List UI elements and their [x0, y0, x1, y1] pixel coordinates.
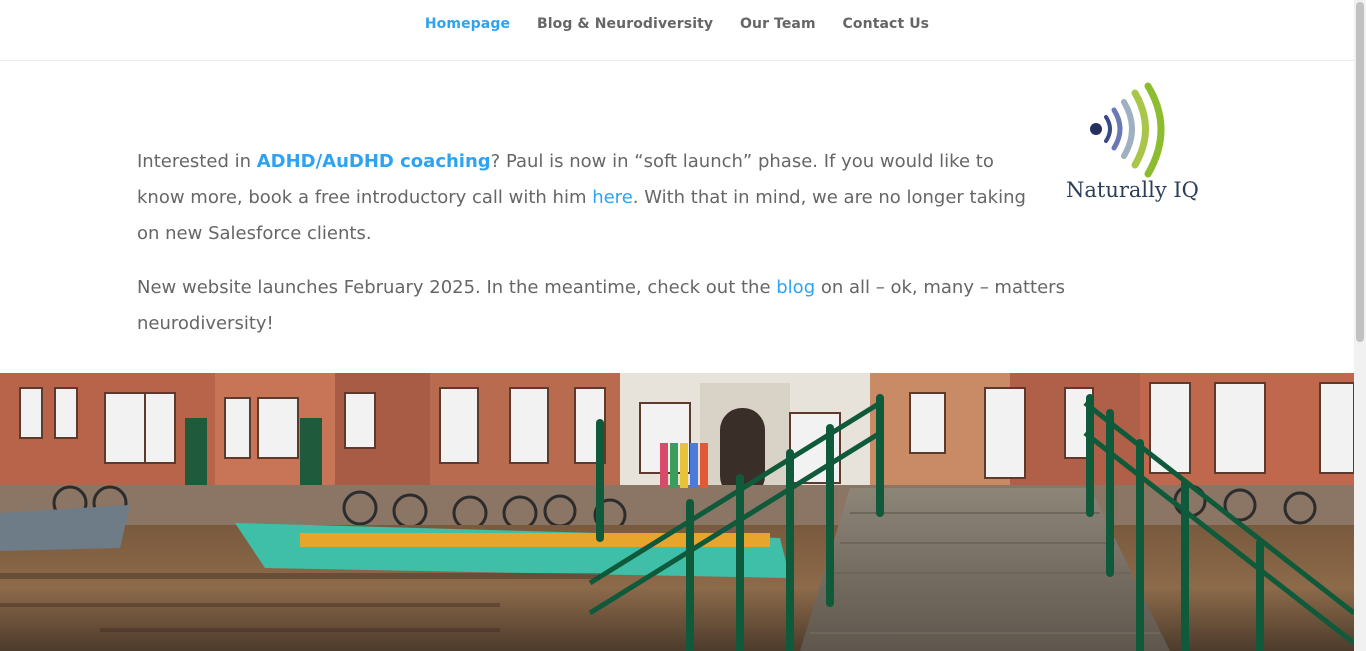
intro-text: Interested in: [137, 151, 257, 172]
intro-text: New website launches February 2025. In t…: [137, 277, 777, 298]
hero-banner: [0, 373, 1354, 651]
logo-text: Naturally IQ: [1066, 178, 1199, 202]
intro-paragraph-website: New website launches February 2025. In t…: [137, 270, 1137, 342]
booking-link[interactable]: here: [592, 187, 633, 208]
scrollbar-thumb[interactable]: [1356, 2, 1364, 342]
naturally-iq-logo: Naturally IQ: [1062, 80, 1204, 216]
nav-item-contact-us[interactable]: Contact Us: [843, 16, 930, 32]
nav-item-blog-neurodiversity[interactable]: Blog & Neurodiversity: [537, 16, 713, 32]
site-header: Homepage Blog & Neurodiversity Our Team …: [0, 0, 1354, 61]
coaching-link[interactable]: ADHD/AuDHD coaching: [257, 151, 491, 172]
page-scrollbar[interactable]: [1354, 0, 1366, 651]
amsterdam-canal-bridge-photo: [0, 373, 1354, 651]
page: Homepage Blog & Neurodiversity Our Team …: [0, 0, 1354, 651]
sound-waves-logo-icon: [1090, 82, 1165, 178]
intro-section: Interested in ADHD/AuDHD coaching? Paul …: [137, 144, 1065, 342]
nav-item-homepage[interactable]: Homepage: [425, 16, 510, 32]
blog-link[interactable]: blog: [776, 277, 815, 298]
intro-paragraph-coaching: Interested in ADHD/AuDHD coaching? Paul …: [137, 144, 1037, 252]
main-nav: Homepage Blog & Neurodiversity Our Team …: [0, 16, 1354, 32]
nav-item-our-team[interactable]: Our Team: [740, 16, 816, 32]
